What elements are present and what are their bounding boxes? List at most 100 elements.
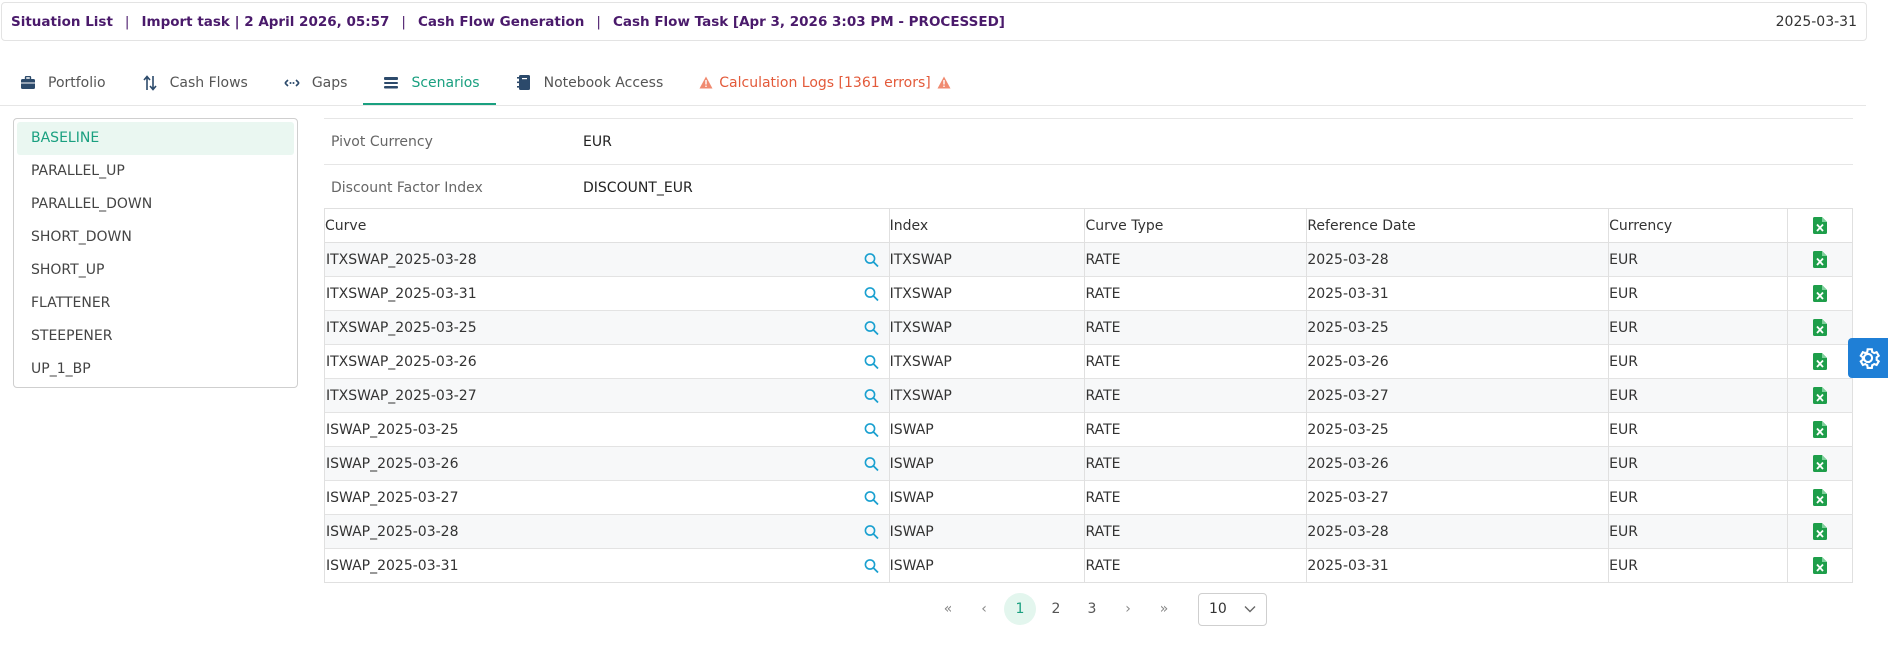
curve-name: ITXSWAP_2025-03-28 [326, 251, 477, 268]
cell-curve: ITXSWAP_2025-03-31 [324, 276, 890, 311]
search-icon[interactable] [864, 252, 879, 267]
notebook-icon [516, 75, 532, 91]
tab-bar: Portfolio Cash Flows Gaps Scenarios Note… [0, 62, 1866, 106]
tab-label: Cash Flows [169, 74, 248, 91]
scenario-item-steepener[interactable]: STEEPENER [17, 320, 294, 353]
export-row-excel-button[interactable] [1787, 514, 1853, 549]
search-icon[interactable] [864, 456, 879, 471]
next-page-button[interactable]: › [1110, 593, 1146, 625]
scenario-item-parallel-down[interactable]: PARALLEL_DOWN [17, 188, 294, 221]
scenario-item-up-1-bp[interactable]: UP_1_BP [17, 353, 294, 386]
export-row-excel-button[interactable] [1787, 242, 1853, 277]
cell-curve-type: RATE [1084, 446, 1307, 481]
export-row-excel-button[interactable] [1787, 310, 1853, 345]
scenario-properties: Pivot Currency EUR Discount Factor Index… [324, 118, 1853, 210]
page-button-3[interactable]: 3 [1074, 593, 1110, 625]
cell-curve-type: RATE [1084, 480, 1307, 515]
tab-gaps[interactable]: Gaps [264, 62, 364, 105]
export-all-excel-button[interactable] [1787, 208, 1853, 243]
export-row-excel-button[interactable] [1787, 446, 1853, 481]
tab-notebook-access[interactable]: Notebook Access [496, 62, 680, 105]
cell-index: ISWAP [888, 412, 1085, 447]
page-button-2[interactable]: 2 [1038, 593, 1074, 625]
export-row-excel-button[interactable] [1787, 344, 1853, 379]
export-row-excel-button[interactable] [1787, 548, 1853, 583]
gear-icon [1854, 344, 1882, 372]
page-button-1[interactable]: 1 [1004, 593, 1036, 625]
breadcrumb-cash-flow-task[interactable]: Cash Flow Task [Apr 3, 2026 3:03 PM - PR… [613, 14, 1005, 30]
column-header-curve[interactable]: Curve [324, 208, 890, 243]
tab-scenarios[interactable]: Scenarios [363, 62, 496, 105]
scenario-item-baseline[interactable]: BASELINE [17, 122, 294, 155]
cell-index: ITXSWAP [888, 310, 1085, 345]
search-icon[interactable] [864, 558, 879, 573]
search-icon[interactable] [864, 388, 879, 403]
excel-icon [1813, 523, 1827, 540]
sort-arrows-icon [142, 74, 158, 91]
table-row: ITXSWAP_2025-03-31 ITXSWAP RATE 2025-03-31 E… [324, 276, 1853, 311]
curve-name: ITXSWAP_2025-03-27 [326, 387, 477, 404]
property-value: EUR [583, 133, 612, 150]
table-row: ITXSWAP_2025-03-26 ITXSWAP RATE 2025-03-26 E… [324, 344, 1853, 379]
export-row-excel-button[interactable] [1787, 378, 1853, 413]
warning-icon [937, 76, 951, 89]
table-row: ISWAP_2025-03-25 ISWAP RATE 2025-03-25 EUR [324, 412, 1853, 447]
tab-label: Calculation Logs [1361 errors] [719, 74, 931, 91]
cell-currency: EUR [1608, 378, 1788, 413]
property-row-pivot-currency: Pivot Currency EUR [324, 118, 1853, 164]
excel-icon [1813, 217, 1827, 234]
cell-curve-type: RATE [1084, 514, 1307, 549]
cell-curve: ISWAP_2025-03-26 [324, 446, 890, 481]
tab-label: Scenarios [411, 74, 480, 91]
cell-index: ITXSWAP [888, 242, 1085, 277]
prev-page-button[interactable]: ‹ [966, 593, 1002, 625]
search-icon[interactable] [864, 320, 879, 335]
cell-index: ITXSWAP [888, 276, 1085, 311]
breadcrumb-situation-list[interactable]: Situation List [11, 14, 113, 30]
scenario-list: BASELINE PARALLEL_UP PARALLEL_DOWN SHORT… [13, 118, 298, 388]
column-header-curve-type[interactable]: Curve Type [1084, 208, 1307, 243]
search-icon[interactable] [864, 490, 879, 505]
export-row-excel-button[interactable] [1787, 412, 1853, 447]
tab-portfolio[interactable]: Portfolio [0, 62, 122, 105]
excel-icon [1813, 455, 1827, 472]
excel-icon [1813, 251, 1827, 268]
breadcrumb-cash-flow-generation[interactable]: Cash Flow Generation [418, 14, 584, 30]
cell-currency: EUR [1608, 446, 1788, 481]
cell-curve: ITXSWAP_2025-03-26 [324, 344, 890, 379]
last-page-button[interactable]: » [1146, 593, 1182, 625]
excel-icon [1813, 421, 1827, 438]
briefcase-icon [20, 75, 36, 91]
column-header-currency[interactable]: Currency [1608, 208, 1788, 243]
table-header-row: Curve Index Curve Type Reference Date Cu… [324, 208, 1853, 243]
search-icon[interactable] [864, 422, 879, 437]
search-icon[interactable] [864, 286, 879, 301]
cell-curve: ITXSWAP_2025-03-28 [324, 242, 890, 277]
cell-curve-type: RATE [1084, 412, 1307, 447]
scenario-item-parallel-up[interactable]: PARALLEL_UP [17, 155, 294, 188]
scenario-item-short-up[interactable]: SHORT_UP [17, 254, 294, 287]
page-size-select[interactable]: 10 [1198, 592, 1267, 626]
breadcrumb-import-task[interactable]: Import task | 2 April 2026, 05:57 [141, 14, 389, 30]
layers-icon [383, 75, 399, 91]
property-value: DISCOUNT_EUR [583, 179, 693, 196]
tab-cash-flows[interactable]: Cash Flows [122, 62, 264, 105]
first-page-button[interactable]: « [930, 593, 966, 625]
cell-curve-type: RATE [1084, 548, 1307, 583]
export-row-excel-button[interactable] [1787, 480, 1853, 515]
column-header-index[interactable]: Index [888, 208, 1085, 243]
cell-currency: EUR [1608, 548, 1788, 583]
curve-name: ITXSWAP_2025-03-31 [326, 285, 477, 302]
scenario-item-short-down[interactable]: SHORT_DOWN [17, 221, 294, 254]
property-row-discount-factor-index: Discount Factor Index DISCOUNT_EUR [324, 164, 1853, 210]
column-header-reference-date[interactable]: Reference Date [1306, 208, 1609, 243]
tab-calculation-logs[interactable]: Calculation Logs [1361 errors] [679, 62, 967, 105]
settings-button[interactable] [1848, 338, 1888, 378]
cell-currency: EUR [1608, 310, 1788, 345]
export-row-excel-button[interactable] [1787, 276, 1853, 311]
search-icon[interactable] [864, 524, 879, 539]
cell-currency: EUR [1608, 242, 1788, 277]
scenario-item-flattener[interactable]: FLATTENER [17, 287, 294, 320]
table-row: ISWAP_2025-03-26 ISWAP RATE 2025-03-26 EUR [324, 446, 1853, 481]
search-icon[interactable] [864, 354, 879, 369]
